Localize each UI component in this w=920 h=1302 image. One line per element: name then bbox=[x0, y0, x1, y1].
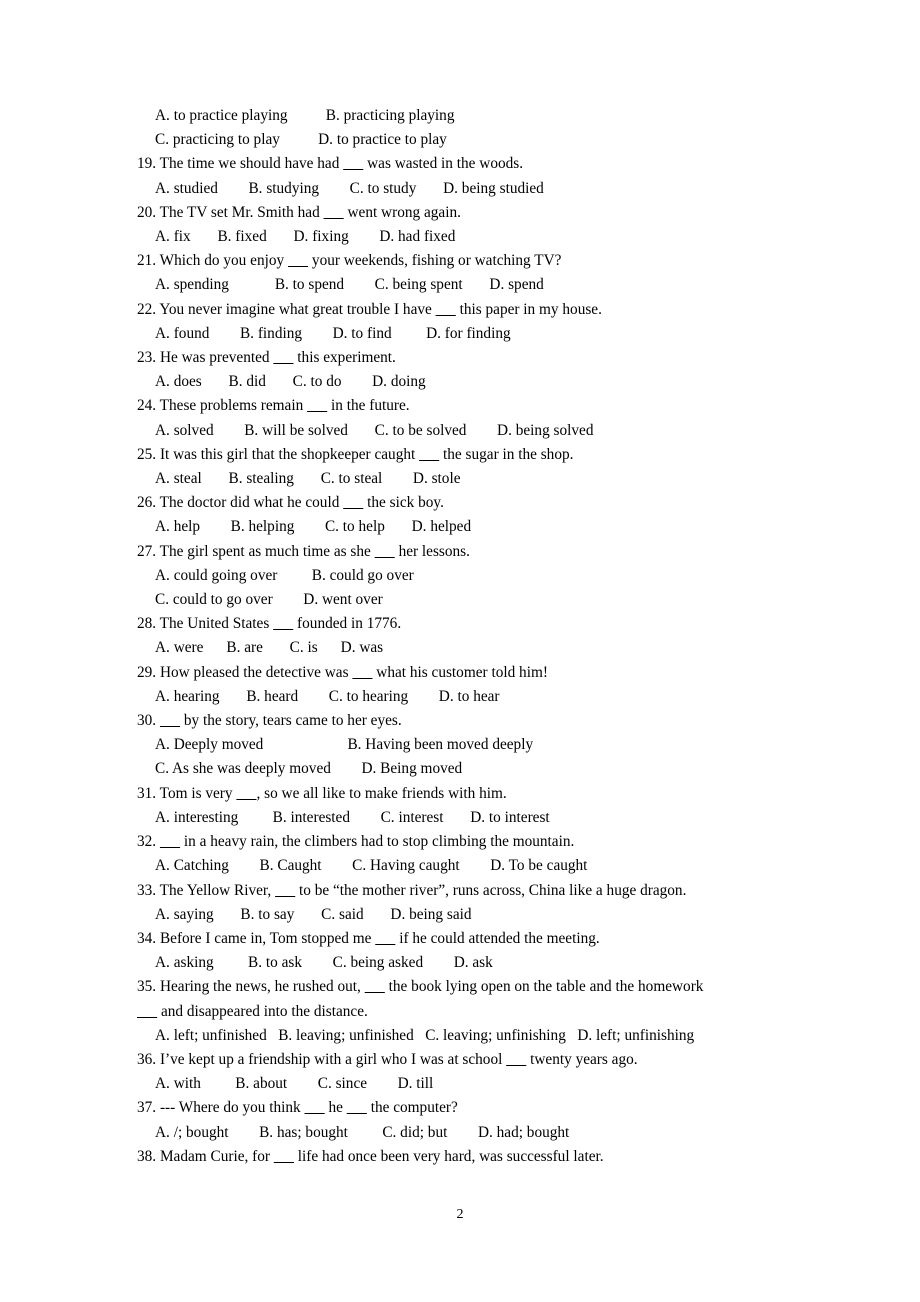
answer-blank bbox=[160, 833, 180, 850]
option-line: C. practicing to play D. to practice to … bbox=[155, 131, 447, 149]
option-line: A. left; unfinished B. leaving; unfinish… bbox=[155, 1026, 695, 1044]
option-line: A. could going over B. could go over bbox=[155, 566, 414, 584]
answer-blank bbox=[160, 712, 180, 729]
answer-blank bbox=[324, 204, 344, 221]
question-line: 25. It was this girl that the shopkeeper… bbox=[137, 445, 574, 463]
question-line: 36. I’ve kept up a friendship with a gir… bbox=[137, 1050, 638, 1068]
question-line: 32. in a heavy rain, the climbers had to… bbox=[137, 833, 575, 851]
option-line: A. found B. finding D. to find D. for fi… bbox=[155, 324, 511, 342]
answer-blank bbox=[307, 397, 327, 414]
answer-blank bbox=[343, 155, 363, 172]
exercise-body: A. to practice playing B. practicing pla… bbox=[137, 104, 799, 1169]
question-line: 31. Tom is very , so we all like to make… bbox=[137, 784, 507, 802]
option-line: A. asking B. to ask C. being asked D. as… bbox=[155, 954, 493, 972]
option-line: A. saying B. to say C. said D. being sai… bbox=[155, 905, 472, 923]
question-line: 35. Hearing the news, he rushed out, the… bbox=[137, 978, 704, 996]
option-line: C. As she was deeply moved D. Being move… bbox=[155, 760, 463, 778]
question-line: 30. by the story, tears came to her eyes… bbox=[137, 712, 402, 730]
option-line: A. hearing B. heard C. to hearing D. to … bbox=[155, 687, 500, 705]
answer-blank bbox=[343, 494, 363, 511]
answer-blank bbox=[288, 252, 308, 269]
answer-blank bbox=[347, 1099, 367, 1116]
option-line: A. were B. are C. is D. was bbox=[155, 639, 384, 657]
answer-blank bbox=[305, 1099, 325, 1116]
answer-blank bbox=[375, 543, 395, 560]
answer-blank bbox=[274, 1148, 294, 1165]
question-line: 19. The time we should have had was wast… bbox=[137, 155, 524, 173]
answer-blank bbox=[436, 301, 456, 318]
answer-blank bbox=[275, 882, 295, 899]
answer-blank bbox=[273, 349, 293, 366]
option-line: A. spending B. to spend C. being spent D… bbox=[155, 276, 544, 294]
answer-blank bbox=[506, 1051, 526, 1068]
question-line: 29. How pleased the detective was what h… bbox=[137, 663, 548, 681]
option-line: C. could to go over D. went over bbox=[155, 591, 383, 609]
question-continuation-line: and disappeared into the distance. bbox=[137, 1000, 799, 1024]
answer-blank bbox=[352, 664, 372, 681]
question-line: 24. These problems remain in the future. bbox=[137, 397, 410, 415]
question-line: 37. --- Where do you think he the comput… bbox=[137, 1099, 458, 1117]
answer-blank bbox=[419, 446, 439, 463]
option-line: A. interesting B. interested C. interest… bbox=[155, 808, 550, 826]
option-line: A. solved B. will be solved C. to be sol… bbox=[155, 421, 594, 439]
question-line: 20. The TV set Mr. Smith had went wrong … bbox=[137, 203, 461, 221]
option-line: A. /; bought B. has; bought C. did; but … bbox=[155, 1123, 570, 1141]
option-line: A. steal B. stealing C. to steal D. stol… bbox=[155, 470, 461, 488]
page-number: 2 bbox=[456, 1207, 464, 1222]
option-line: A. help B. helping C. to help D. helped bbox=[155, 518, 472, 536]
question-line: 33. The Yellow River, to be “the mother … bbox=[137, 881, 687, 899]
question-line: 27. The girl spent as much time as she h… bbox=[137, 542, 470, 560]
question-line: 26. The doctor did what he could the sic… bbox=[137, 494, 444, 512]
option-line: A. studied B. studying C. to study D. be… bbox=[155, 179, 544, 197]
question-line: 34. Before I came in, Tom stopped me if … bbox=[137, 929, 600, 947]
answer-blank bbox=[236, 785, 256, 802]
answer-blank bbox=[375, 930, 395, 947]
document-page: A. to practice playing B. practicing pla… bbox=[0, 0, 920, 1302]
question-line: 22. You never imagine what great trouble… bbox=[137, 300, 602, 318]
option-line: A. to practice playing B. practicing pla… bbox=[155, 107, 455, 124]
question-line: 38. Madam Curie, for life had once been … bbox=[137, 1147, 604, 1165]
question-line: 23. He was prevented this experiment. bbox=[137, 349, 396, 367]
option-line: A. Catching B. Caught C. Having caught D… bbox=[155, 857, 588, 875]
option-line: A. with B. about C. since D. till bbox=[155, 1075, 434, 1093]
option-line: A. does B. did C. to do D. doing bbox=[155, 373, 426, 391]
question-line: 28. The United States founded in 1776. bbox=[137, 615, 402, 633]
option-line: A. Deeply moved B. Having been moved dee… bbox=[155, 736, 534, 754]
option-line: A. fix B. fixed D. fixing D. had fixed bbox=[155, 228, 456, 246]
answer-blank bbox=[137, 1003, 157, 1020]
answer-blank bbox=[365, 978, 385, 995]
answer-blank bbox=[273, 615, 293, 632]
question-line: 21. Which do you enjoy your weekends, fi… bbox=[137, 252, 562, 270]
